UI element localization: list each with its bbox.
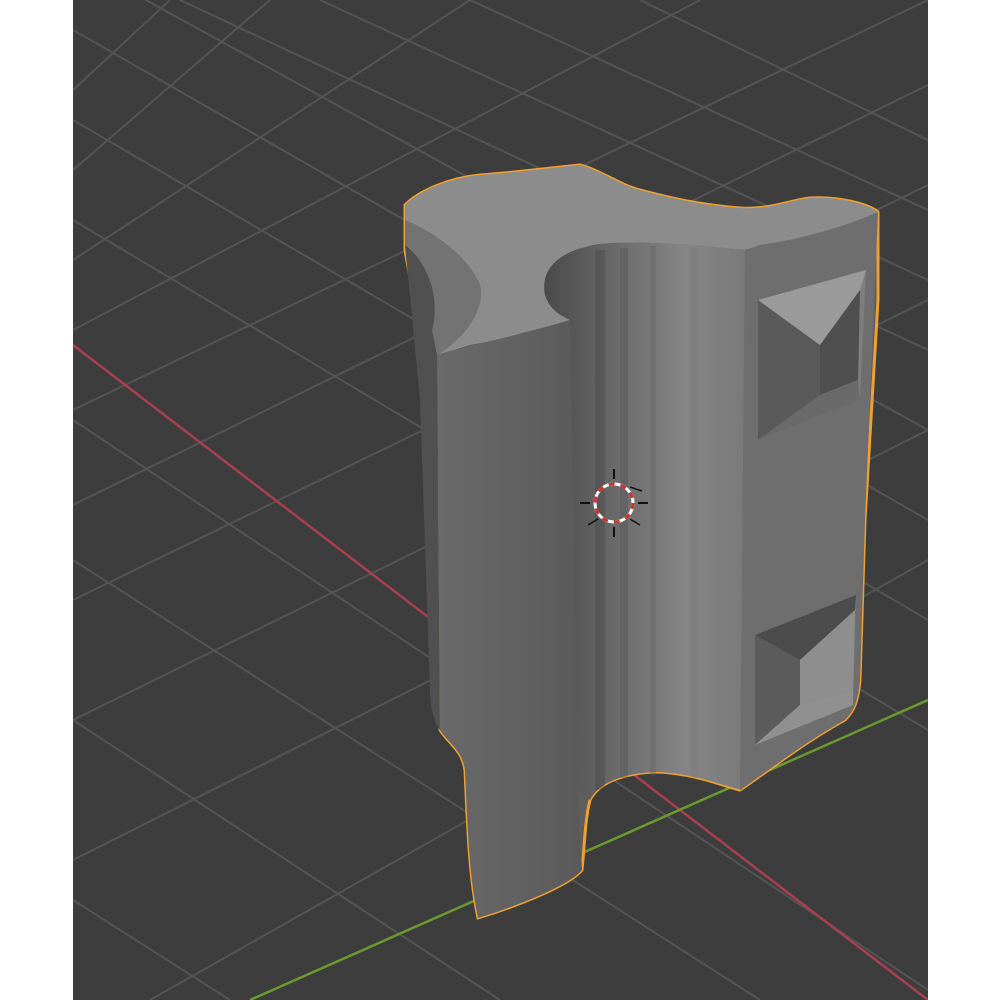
- app-window: [0, 0, 1000, 1000]
- viewport-canvas[interactable]: [73, 0, 928, 1000]
- 3d-viewport[interactable]: [73, 0, 928, 1000]
